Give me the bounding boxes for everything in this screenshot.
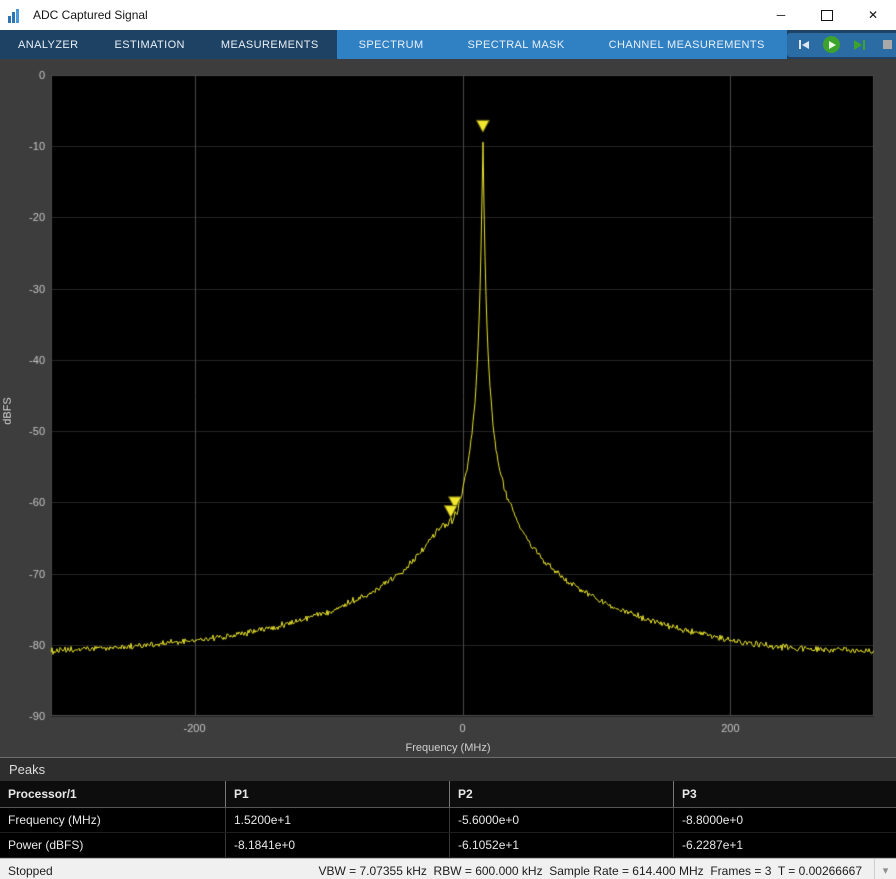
run-button[interactable] — [821, 35, 843, 55]
status-dropdown-button[interactable]: ▾ — [874, 859, 896, 879]
step-backward-button[interactable] — [793, 35, 815, 55]
maximize-button[interactable] — [804, 0, 850, 30]
minimize-button[interactable]: ─ — [758, 0, 804, 30]
adc-captured-signal-window: ADC Captured Signal ─ ✕ ANALYZER ESTIMAT… — [0, 0, 896, 879]
peaks-col-header-processor: Processor/1 — [0, 781, 225, 807]
run-icon — [823, 36, 840, 53]
peaks-frequency-row: Frequency (MHz) 1.5200e+1 -5.6000e+0 -8.… — [0, 808, 896, 833]
power-p3-value: -6.2287e+1 — [673, 833, 896, 857]
tab-estimation[interactable]: ESTIMATION — [96, 30, 202, 59]
status-state: Stopped — [8, 864, 53, 878]
tab-channel-measurements[interactable]: CHANNEL MEASUREMENTS — [587, 30, 787, 59]
frequency-p2-value: -5.6000e+0 — [449, 808, 673, 832]
spectrum-canvas[interactable] — [0, 59, 896, 757]
spectrum-plot-panel: dBFS Frequency (MHz) — [0, 59, 896, 757]
tab-spectral-mask[interactable]: SPECTRAL MASK — [446, 30, 587, 59]
minimize-icon: ─ — [777, 8, 786, 22]
peaks-table-header-row: Processor/1 P1 P2 P3 — [0, 781, 896, 808]
step-forward-icon — [854, 40, 862, 50]
row-label-frequency: Frequency (MHz) — [0, 808, 225, 832]
maximize-icon — [821, 10, 833, 21]
tab-analyzer[interactable]: ANALYZER — [0, 30, 96, 59]
titlebar: ADC Captured Signal ─ ✕ — [0, 0, 896, 30]
close-icon: ✕ — [868, 8, 878, 22]
window-title: ADC Captured Signal — [33, 8, 148, 22]
peaks-table: Processor/1 P1 P2 P3 Frequency (MHz) 1.5… — [0, 781, 896, 858]
frequency-p3-value: -8.8000e+0 — [673, 808, 896, 832]
stop-icon — [883, 40, 892, 49]
power-p2-value: -6.1052e+1 — [449, 833, 673, 857]
step-backward-icon — [799, 40, 801, 49]
app-icon — [8, 8, 25, 23]
peaks-col-header-p1: P1 — [225, 781, 449, 807]
status-bar: Stopped VBW = 7.07355 kHz RBW = 600.000 … — [0, 858, 896, 879]
window-controls: ─ ✕ — [758, 0, 896, 30]
row-label-power: Power (dBFS) — [0, 833, 225, 857]
peaks-panel-title: Peaks — [0, 757, 896, 781]
contextual-tab-group: SPECTRUM SPECTRAL MASK CHANNEL MEASUREME… — [337, 30, 787, 59]
playback-toolbar: ? — [787, 33, 896, 57]
peaks-col-header-p3: P3 — [673, 781, 896, 807]
step-forward-button[interactable] — [849, 35, 871, 55]
close-button[interactable]: ✕ — [850, 0, 896, 30]
peaks-panel: Peaks Processor/1 P1 P2 P3 Frequency (MH… — [0, 757, 896, 858]
peaks-power-row: Power (dBFS) -8.1841e+0 -6.1052e+1 -6.22… — [0, 833, 896, 858]
frequency-p1-value: 1.5200e+1 — [225, 808, 449, 832]
x-axis-label: Frequency (MHz) — [0, 742, 896, 754]
chevron-down-icon: ▾ — [883, 864, 889, 877]
power-p1-value: -8.1841e+0 — [225, 833, 449, 857]
status-details: VBW = 7.07355 kHz RBW = 600.000 kHz Samp… — [318, 864, 862, 878]
tab-measurements[interactable]: MEASUREMENTS — [203, 30, 337, 59]
tab-spectrum[interactable]: SPECTRUM — [337, 30, 446, 59]
stop-button[interactable] — [877, 35, 896, 55]
y-axis-label: dBFS — [2, 397, 14, 425]
peaks-col-header-p2: P2 — [449, 781, 673, 807]
toolstrip-tab-bar: ANALYZER ESTIMATION MEASUREMENTS SPECTRU… — [0, 30, 896, 59]
